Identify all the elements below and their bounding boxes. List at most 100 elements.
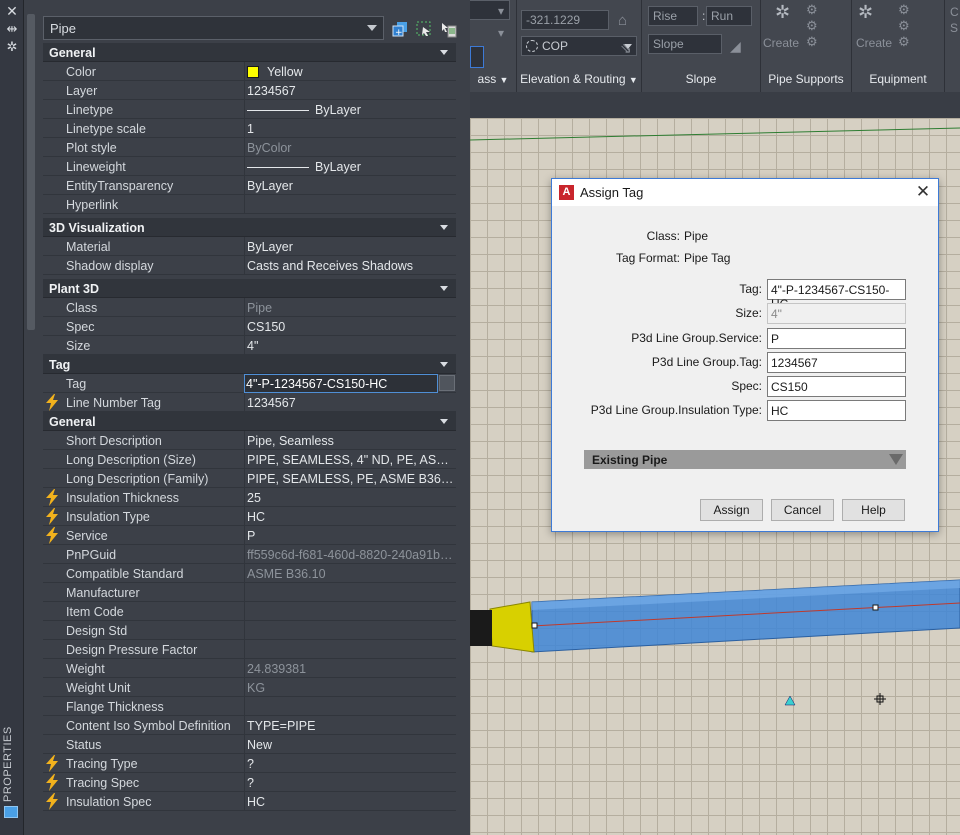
section-general-plant[interactable]: General [43, 412, 456, 431]
property-row-lineweight[interactable]: Lineweight ByLayer [43, 157, 456, 176]
slope-input[interactable]: Slope [648, 34, 722, 54]
property-row-compatible-standard[interactable]: Compatible Standard ASME B36.10 [43, 564, 456, 583]
property-row-long-description-family[interactable]: Long Description (Family) PIPE, SEAMLESS,… [43, 469, 456, 488]
ribbon-active-partial[interactable] [470, 46, 484, 68]
property-row-item-code[interactable]: Item Code [43, 602, 456, 621]
property-value[interactable]: New [244, 735, 456, 754]
property-value[interactable]: HC [244, 792, 456, 811]
palette-scrollbar[interactable] [456, 14, 466, 820]
section-3d-visualization[interactable]: 3D Visualization [43, 218, 456, 237]
property-value[interactable]: Pipe, Seamless [244, 431, 456, 450]
property-value[interactable]: ff559c6d-f681-460d-8820-240a91b5... [244, 545, 456, 564]
dialog-title-bar[interactable]: A Assign Tag ✕ [552, 179, 938, 206]
property-value[interactable] [244, 621, 456, 640]
auto-hide-icon[interactable]: ⇹ [5, 22, 19, 36]
property-row-linetype[interactable]: Linetype ByLayer [43, 100, 456, 119]
property-value[interactable]: PIPE, SEAMLESS, PE, ASME B36.10, A... [244, 469, 456, 488]
property-value[interactable]: ASME B36.10 [244, 564, 456, 583]
close-icon[interactable]: ✕ [914, 183, 932, 201]
settings-icon[interactable]: ✲ [5, 40, 19, 54]
property-row-weight[interactable]: Weight 24.839381 [43, 659, 456, 678]
object-type-dropdown[interactable]: Pipe [43, 16, 384, 40]
support-create-icon[interactable]: ✲ [775, 2, 790, 23]
property-row-design-std[interactable]: Design Std [43, 621, 456, 640]
quick-select-icon[interactable] [439, 20, 457, 38]
assign-button[interactable]: Assign [700, 499, 763, 521]
property-value[interactable]: HC [244, 507, 456, 526]
property-value[interactable]: ? [244, 754, 456, 773]
property-key: Manufacturer [66, 586, 140, 600]
property-row-weight-unit[interactable]: Weight Unit KG [43, 678, 456, 697]
property-value[interactable] [244, 640, 456, 659]
property-row-content-iso-symbol-definition[interactable]: Content Iso Symbol Definition TYPE=PIPE [43, 716, 456, 735]
close-icon[interactable]: ✕ [5, 4, 19, 18]
app-window: ▾ ▾ -321.1229 ⌂ COP ⇘ Rise : Run Slope ◢… [0, 0, 960, 835]
property-row-tracing-type[interactable]: Tracing Type? [43, 754, 456, 773]
support-tools-icon[interactable]: ⚙ ⚙ ⚙ [806, 2, 818, 50]
property-row-line-number-tag[interactable]: Line Number Tag 1234567 [43, 393, 456, 412]
property-value[interactable]: 25 [244, 488, 456, 507]
palette-side-scrollbar[interactable] [27, 14, 35, 330]
equipment-create-icon[interactable]: ✲ [858, 2, 873, 23]
property-row-manufacturer[interactable]: Manufacturer [43, 583, 456, 602]
property-row-tracing-spec[interactable]: Tracing Spec? [43, 773, 456, 792]
create-equipment-button[interactable]: Create [856, 36, 892, 50]
property-row-service[interactable]: Service P [43, 526, 456, 545]
section-general[interactable]: General [43, 43, 456, 62]
coordinate-input[interactable]: -321.1229 [521, 10, 609, 30]
property-row-plot-style[interactable]: Plot style ByColor [43, 138, 456, 157]
property-row-insulation-thickness[interactable]: Insulation Thickness 25 [43, 488, 456, 507]
routing-icon[interactable]: ⇘ [620, 40, 632, 57]
spec-input[interactable]: CS150 [767, 376, 906, 397]
property-row-size[interactable]: Size 4" [43, 336, 456, 355]
property-row-short-description[interactable]: Short Description Pipe, Seamless [43, 431, 456, 450]
panel-title-elevation[interactable]: Elevation & Routing ▼ [518, 72, 640, 90]
insulation-type-input[interactable]: HC [767, 400, 906, 421]
property-row-linetype-scale[interactable]: Linetype scale 1 [43, 119, 456, 138]
property-value[interactable] [244, 697, 456, 716]
create-support-button[interactable]: Create [763, 36, 799, 50]
property-row-insulation-spec[interactable]: Insulation Spec HC [43, 792, 456, 811]
property-value[interactable]: P [244, 526, 456, 545]
property-row-transparency[interactable]: EntityTransparency ByLayer [43, 176, 456, 195]
property-value[interactable]: ? [244, 773, 456, 792]
tag-edit-button[interactable] [439, 375, 455, 391]
property-value[interactable]: KG [244, 678, 456, 697]
property-value[interactable]: TYPE=PIPE [244, 716, 456, 735]
more-tools-icon[interactable]: CS [950, 4, 959, 36]
tag-value-field[interactable]: 4"-P-1234567-CS150-HC [244, 374, 438, 393]
property-row-layer[interactable]: Layer 1234567 [43, 81, 456, 100]
equipment-tools-icon[interactable]: ⚙ ⚙ ⚙ [898, 2, 910, 50]
property-value[interactable]: PIPE, SEAMLESS, 4" ND, PE, ASME B... [244, 450, 456, 469]
section-tag[interactable]: Tag [43, 355, 456, 374]
property-row-shadow-display[interactable]: Shadow display Casts and Receives Shadows [43, 256, 456, 275]
line-group-tag-input[interactable]: 1234567 [767, 352, 906, 373]
property-row-pnpguid[interactable]: PnPGuid ff559c6d-f681-460d-8820-240a91b5.… [43, 545, 456, 564]
property-row-flange-thickness[interactable]: Flange Thickness [43, 697, 456, 716]
property-value[interactable] [244, 583, 456, 602]
property-row-hyperlink[interactable]: Hyperlink [43, 195, 456, 214]
elevation-icon[interactable]: ⌂ [618, 12, 627, 29]
tag-input[interactable]: 4"-P-1234567-CS150-HC [767, 279, 906, 311]
property-row-material[interactable]: Material ByLayer [43, 237, 456, 256]
service-input[interactable]: P [767, 328, 906, 349]
property-row-status[interactable]: Status New [43, 735, 456, 754]
property-row-spec[interactable]: Spec CS150 [43, 317, 456, 336]
property-row-class[interactable]: Class Pipe [43, 298, 456, 317]
property-row-long-description-size[interactable]: Long Description (Size) PIPE, SEAMLESS, 4… [43, 450, 456, 469]
property-row-tag[interactable]: Tag 4"-P-1234567-CS150-HC [43, 374, 456, 393]
help-button[interactable]: Help [842, 499, 905, 521]
property-row-color[interactable]: Color Yellow [43, 62, 456, 81]
property-row-design-pressure-factor[interactable]: Design Pressure Factor [43, 640, 456, 659]
property-value[interactable] [244, 602, 456, 621]
property-value[interactable]: 24.839381 [244, 659, 456, 678]
slope-icon[interactable]: ◢ [730, 38, 741, 55]
property-row-insulation-type[interactable]: Insulation Type HC [43, 507, 456, 526]
cancel-button[interactable]: Cancel [771, 499, 834, 521]
section-plant-3d[interactable]: Plant 3D [43, 279, 456, 298]
toggle-pickadd-icon[interactable]: + [391, 20, 409, 38]
rise-input[interactable]: Rise [648, 6, 698, 26]
run-input[interactable]: Run [706, 6, 752, 26]
existing-pipe-expander[interactable]: Existing Pipe [584, 450, 906, 469]
select-objects-icon[interactable] [415, 20, 433, 38]
